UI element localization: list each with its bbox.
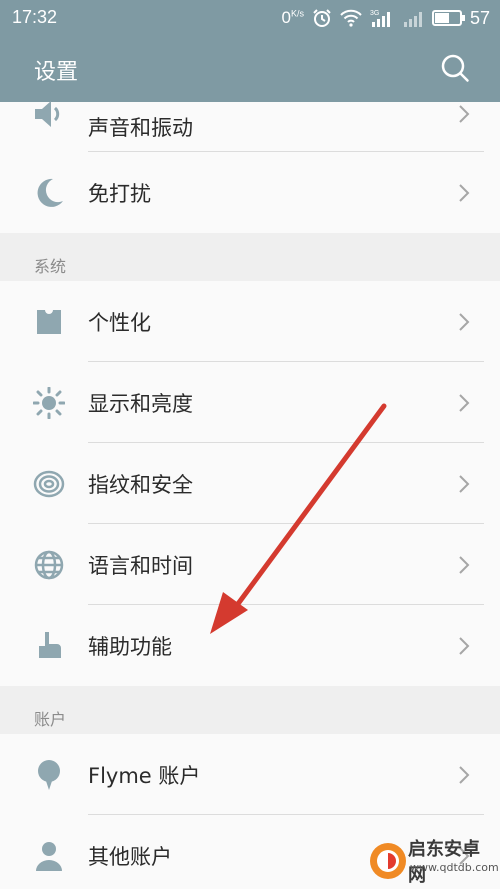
watermark-logo: 启东安卓网 www.qdtdb.com bbox=[368, 831, 499, 886]
settings-group-system: 个性化 显示和亮度 指纹和安全 语言和时间 辅助功能 bbox=[0, 281, 500, 686]
status-time: 17:32 bbox=[12, 7, 58, 27]
net-speed-unit: K/s bbox=[290, 8, 304, 19]
battery-icon bbox=[431, 10, 465, 26]
sun-icon bbox=[33, 386, 65, 419]
fingerprint-label: 指纹和安全 bbox=[88, 472, 193, 497]
display-label: 显示和亮度 bbox=[88, 391, 193, 416]
personalization-label: 个性化 bbox=[88, 310, 151, 335]
settings-row-flyme-account[interactable]: Flyme 账户 bbox=[0, 734, 500, 815]
other-accounts-label: 其他账户 bbox=[88, 844, 172, 869]
sound-label: 声音和振动 bbox=[88, 116, 193, 140]
status-bar: 17:32 0K/s 3G 57 bbox=[0, 0, 500, 36]
shirt-icon bbox=[37, 309, 61, 334]
fingerprint-icon bbox=[33, 470, 65, 497]
chevron-right-icon bbox=[459, 183, 470, 202]
do-not-disturb-label: 免打扰 bbox=[88, 181, 151, 206]
signal-3g-label: 3G bbox=[370, 10, 379, 17]
battery-percent: 57 bbox=[469, 7, 490, 28]
chevron-right-icon bbox=[459, 555, 470, 574]
alarm-icon bbox=[312, 8, 332, 28]
status-icons: 0K/s 3G 57 bbox=[281, 6, 490, 30]
page-title: 设置 bbox=[34, 60, 79, 85]
search-icon bbox=[441, 54, 469, 82]
speaker-icon bbox=[35, 101, 60, 127]
signal-empty-icon bbox=[402, 8, 424, 28]
chevron-right-icon bbox=[459, 765, 470, 784]
chevron-right-icon bbox=[459, 474, 470, 493]
net-speed-value: 0 bbox=[281, 8, 291, 27]
settings-row-language[interactable]: 语言和时间 bbox=[0, 524, 500, 605]
person-icon bbox=[36, 841, 62, 871]
chevron-right-icon bbox=[459, 636, 470, 655]
watermark-icon bbox=[370, 843, 406, 879]
settings-row-display[interactable]: 显示和亮度 bbox=[0, 362, 500, 443]
accessibility-label: 辅助功能 bbox=[88, 634, 172, 659]
settings-row-accessibility[interactable]: 辅助功能 bbox=[0, 605, 500, 686]
hand-icon bbox=[39, 631, 61, 658]
section-header-account: 账户 bbox=[0, 686, 500, 734]
wifi-icon bbox=[340, 9, 362, 27]
settings-row-fingerprint[interactable]: 指纹和安全 bbox=[0, 443, 500, 524]
net-speed: 0K/s bbox=[281, 8, 303, 28]
section-title: 系统 bbox=[34, 257, 67, 276]
app-bar: 设置 bbox=[0, 36, 500, 102]
section-header-system: 系统 bbox=[0, 233, 500, 281]
flyme-account-label: Flyme 账户 bbox=[88, 763, 201, 788]
section-title: 账户 bbox=[34, 710, 67, 729]
balloon-icon bbox=[38, 759, 60, 790]
language-label: 语言和时间 bbox=[88, 553, 193, 578]
settings-row-do-not-disturb[interactable]: 免打扰 bbox=[0, 152, 500, 233]
search-button[interactable] bbox=[440, 53, 470, 83]
settings-row-sound[interactable]: 声音和振动 bbox=[0, 101, 500, 152]
moon-icon bbox=[37, 178, 63, 207]
signal-3g-icon: 3G bbox=[370, 8, 394, 28]
chevron-right-icon bbox=[459, 393, 470, 412]
globe-icon bbox=[34, 550, 64, 579]
chevron-right-icon bbox=[459, 105, 470, 123]
chevron-right-icon bbox=[459, 312, 470, 331]
battery-fill bbox=[434, 13, 449, 23]
settings-group-top: 声音和振动 免打扰 bbox=[0, 101, 500, 233]
watermark-url: www.qdtdb.com bbox=[410, 861, 499, 874]
settings-row-personalization[interactable]: 个性化 bbox=[0, 281, 500, 362]
settings-list: 声音和振动 免打扰 系统 个性化 显示和亮度 指纹和安全 语言和时间 辅助功能 … bbox=[0, 101, 500, 889]
